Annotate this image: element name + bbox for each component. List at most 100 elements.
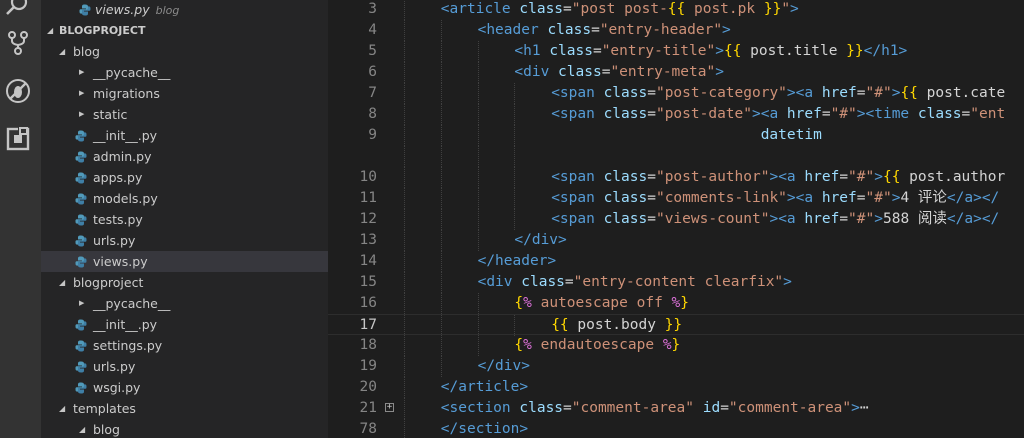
code-line[interactable]: 6 <div class="entry-meta"> [328,62,1024,83]
tree-file[interactable]: settings.py [41,335,328,356]
tree-file[interactable]: models.py [41,188,328,209]
code-line[interactable]: 4 <header class="entry-header"> [328,20,1024,41]
tree-folder[interactable]: ▶ migrations [41,83,328,104]
indent-guide [477,167,480,188]
indent-guide [404,398,406,419]
indent-guide [440,315,443,336]
python-file-icon [79,4,91,16]
indent-guide [440,293,443,314]
indent-guide [440,62,443,83]
code-token: <span [551,190,604,206]
tree-file[interactable]: urls.py [41,230,328,251]
code-token: > [851,400,860,416]
code-token: "entry-content clearfix" [573,274,784,290]
indent-guide [404,41,406,62]
tree-item-label: __pycache__ [93,65,171,80]
tree-item-label: blogproject [73,275,144,290]
code-token: = [839,169,849,185]
tree-folder[interactable]: ▶ static [41,104,328,125]
code-line[interactable]: 17 {{ post.body }} [328,314,1024,336]
indent-guide [404,293,406,314]
code-line[interactable]: 5 <h1 class="entry-title">{{ post.title }… [328,41,1024,62]
code-line[interactable]: 7 <span class="post-category"><a href="#"… [328,83,1024,104]
python-file-icon [75,256,87,268]
code-token: { [514,295,524,311]
tree-folder[interactable]: ◢ blogproject [41,272,328,293]
indent-guide [440,104,443,125]
code-token: post.pk [685,1,764,17]
code-token: = [961,106,971,122]
code-line[interactable]: 20 </article> [328,377,1024,398]
code-line[interactable]: 8 <span class="post-date"><a href="#"><ti… [328,104,1024,125]
code-token: </a></ [946,211,1000,227]
code-text: <h1 class="entry-title">{{ post.title }}… [514,41,907,62]
tree-file[interactable]: views.py [41,251,328,272]
code-line[interactable]: 10 <span class="post-author"><a href="#">… [328,167,1024,188]
code-token: }} [664,317,683,333]
code-token: = [839,211,849,227]
indent-guide [477,146,480,167]
indent-guide [404,167,406,188]
line-number: 78 [359,421,377,437]
tree-file[interactable]: __init__.py [41,125,328,146]
code-line[interactable]: 14 </header> [328,251,1024,272]
tree-folder[interactable]: ◢ templates [41,398,328,419]
line-number: 8 [368,106,377,122]
code-token: post.author [900,169,1006,185]
tree-item-label: models.py [93,191,158,206]
code-line[interactable]: 78 </section> [328,419,1024,438]
tree-file[interactable]: apps.py [41,167,328,188]
code-token: id [702,400,721,416]
tree-file[interactable]: wsgi.py [41,377,328,398]
indent-guide [404,230,406,251]
indent-guide [404,83,406,104]
code-line[interactable]: 19 </div> [328,356,1024,377]
code-editor[interactable]: 3 <article class="post post-{{ post.pk }}… [328,0,1024,438]
code-line[interactable]: 15 <div class="entry-content clearfix"> [328,272,1024,293]
code-line[interactable]: 12 <span class="views-count"><a href="#">… [328,209,1024,230]
tree-folder[interactable]: ◢ blog [41,419,328,438]
open-editor-item[interactable]: views.py blog [41,0,328,20]
code-token: {{ [551,317,569,333]
explorer-section-header[interactable]: ◢ BLOGPROJECT [41,20,328,41]
code-token: ><a [769,169,805,185]
line-number: 11 [359,190,377,206]
code-text: <div class="entry-content clearfix"> [478,272,792,293]
fold-expand-icon[interactable]: + [385,403,394,412]
tree-file[interactable]: urls.py [41,356,328,377]
code-token: = [563,1,572,17]
indent-guide [440,167,443,188]
code-line[interactable]: 9 datetim [328,125,1024,146]
tree-folder[interactable]: ▶ __pycache__ [41,62,328,83]
code-token: ><a [752,106,787,122]
code-token: <div [477,274,522,290]
tree-item-label: migrations [93,86,160,101]
tree-folder[interactable]: ◢ blog [41,41,328,62]
python-file-icon [75,235,87,247]
tree-folder[interactable]: ▶ __pycache__ [41,293,328,314]
debug-icon[interactable] [5,78,31,104]
indent-guide [514,167,516,188]
code-line[interactable]: 21 + <section class="comment-area" id="com… [328,398,1024,419]
code-token: <section [440,400,520,416]
tree-file[interactable]: __init__.py [41,314,328,335]
tree-file[interactable]: admin.py [41,146,328,167]
tree-file[interactable]: tests.py [41,209,328,230]
code-token: </h1> [863,43,908,59]
source-control-icon[interactable] [5,30,31,56]
code-line[interactable] [328,146,1024,167]
code-line[interactable]: 3 <article class="post post-{{ post.pk }}… [328,0,1024,20]
code-line[interactable]: 11 <span class="comments-link"><a href="#… [328,188,1024,209]
code-line[interactable]: 18 {% endautoescape %} [328,335,1024,356]
code-line[interactable]: 16 {% autoescape off %} [328,293,1024,314]
code-token: <span [551,211,604,227]
code-token: <span [551,106,604,122]
indent-guide [477,62,480,83]
code-token: = [856,190,866,206]
chevron-down-icon: ◢ [47,26,54,35]
extensions-icon[interactable] [5,125,31,151]
line-number: 4 [368,22,377,38]
search-icon[interactable] [5,0,31,20]
code-line[interactable]: 13 </div> [328,230,1024,251]
code-token: = [564,274,574,290]
